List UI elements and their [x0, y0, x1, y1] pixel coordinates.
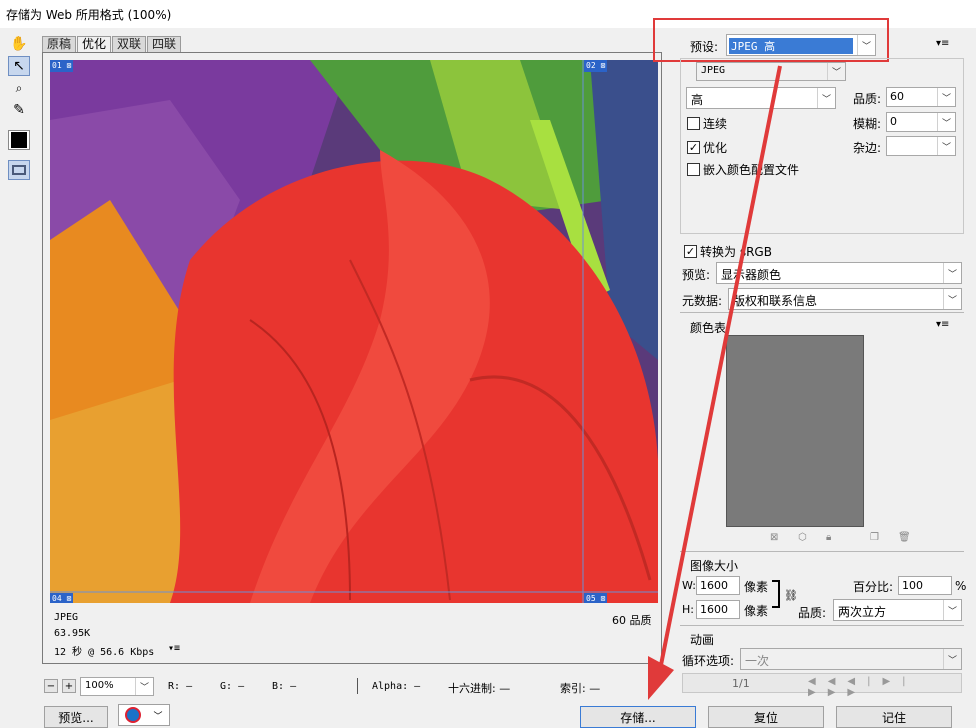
b-value: — — [290, 681, 297, 692]
chevron-down-icon: ﹀ — [817, 88, 835, 108]
chevron-down-icon: ﹀ — [827, 63, 845, 80]
blur-label: 模糊: — [853, 117, 882, 131]
hex-readout: 十六进制: — — [448, 680, 510, 696]
resample-quality-select[interactable]: 两次立方 ﹀ — [833, 599, 962, 621]
matte-label: 杂边: — [853, 141, 882, 155]
slice-label-01[interactable]: 01 ⊠ — [50, 60, 74, 72]
color-swatch[interactable] — [8, 130, 30, 150]
new-color-icon[interactable]: ❐ — [870, 532, 879, 543]
preview-image[interactable]: 01 ⊠ 02 ⊠ 04 ⊠ 05 ⊠ — [50, 60, 658, 603]
slice-label-04[interactable]: 04 ⊠ — [50, 593, 74, 603]
lock-color-icon[interactable]: 🔒︎ — [826, 532, 831, 543]
readout-divider — [357, 678, 358, 694]
zoom-in-button[interactable]: + — [62, 679, 76, 693]
feather-image — [50, 60, 658, 603]
zoom-level-value: 100% — [85, 680, 114, 691]
info-time: 12 秒 @ 56.6 Kbps — [54, 647, 155, 658]
tab-original[interactable]: 原稿 — [42, 36, 77, 52]
zoom-out-button[interactable]: − — [44, 679, 58, 693]
chevron-down-icon: ﹀ — [937, 113, 955, 131]
remember-button[interactable]: 记住 — [836, 706, 952, 728]
g-value: — — [238, 681, 245, 692]
frame-nav-icons[interactable]: ◀◀◀|▶|▶▶▶ — [808, 676, 976, 698]
highlight-box — [653, 18, 889, 62]
index-value: — — [589, 682, 601, 695]
slice-label-05[interactable]: 05 ⊠ — [584, 593, 608, 603]
g-readout: G: — — [220, 681, 244, 692]
b-label: B: — [272, 681, 285, 692]
g-label: G: — [220, 681, 233, 692]
settings-menu-icon[interactable]: ▾≡ — [936, 38, 949, 49]
chevron-down-icon: ﹀ — [943, 289, 961, 309]
info-format: JPEG — [54, 612, 79, 623]
zoom-tool-icon[interactable]: ⌕ — [8, 78, 30, 98]
index-label: 索引: — [560, 682, 586, 695]
preview-button[interactable]: 预览... — [44, 706, 108, 728]
slice-label-02[interactable]: 02 ⊠ — [584, 60, 608, 72]
toggle-slices-icon[interactable] — [8, 160, 30, 180]
quality-label: 品质: — [853, 92, 882, 106]
save-button[interactable]: 存储... — [580, 706, 696, 728]
r-value: — — [186, 681, 193, 692]
resample-quality-label: 品质: — [798, 606, 827, 620]
chevron-down-icon: ﹀ — [943, 649, 961, 669]
matte-select[interactable]: ﹀ — [886, 136, 956, 156]
quality-value: 60 — [890, 90, 904, 103]
resample-quality-value: 两次立方 — [838, 605, 887, 619]
hand-tool-icon[interactable]: ✋ — [8, 34, 30, 54]
color-table-menu-icon[interactable]: ▾≡ — [936, 319, 949, 330]
tab-4-up[interactable]: 四联 — [147, 36, 182, 52]
tab-optimized[interactable]: 优化 — [77, 36, 112, 52]
chevron-down-icon: ﹀ — [135, 678, 153, 695]
eyedropper-tool-icon[interactable]: ✎ — [8, 100, 30, 120]
b-readout: B: — — [272, 681, 296, 692]
hex-value: — — [499, 682, 511, 695]
info-size: 63.95K — [54, 628, 91, 639]
trash-icon[interactable]: 🗑︎ — [898, 532, 911, 543]
download-rate-menu-icon[interactable]: ▾≡ — [168, 643, 180, 654]
zoom-level-select[interactable]: 100% ﹀ — [80, 677, 154, 696]
alpha-label: Alpha: — [372, 681, 409, 692]
blur-value: 0 — [890, 115, 897, 128]
reset-button[interactable]: 复位 — [708, 706, 824, 728]
percent-sign: % — [955, 579, 967, 593]
alpha-value: — — [414, 681, 421, 692]
chevron-down-icon: ﹀ — [943, 600, 961, 620]
quality-input[interactable]: 60 ﹀ — [886, 87, 956, 107]
chevron-down-icon: ﹀ — [937, 137, 955, 155]
tab-2-up[interactable]: 双联 — [112, 36, 147, 52]
r-label: R: — [168, 681, 181, 692]
chevron-down-icon: ﹀ — [937, 88, 955, 106]
tool-panel: ✋ ↖ ⌕ ✎ — [4, 32, 32, 192]
annotation-arrow — [648, 65, 782, 700]
chevron-down-icon: ﹀ — [943, 263, 961, 283]
slice-select-tool-icon[interactable]: ↖ — [8, 56, 30, 76]
blur-input[interactable]: 0 ﹀ — [886, 112, 956, 132]
percent-label: 百分比: — [853, 580, 894, 594]
percent-input[interactable]: 100 — [898, 576, 952, 595]
hex-label: 十六进制: — [448, 682, 496, 695]
chevron-down-icon: ﹀ — [153, 711, 163, 722]
browser-preview-button[interactable]: ﹀ — [118, 704, 170, 726]
r-readout: R: — — [168, 681, 192, 692]
browser-icon — [125, 707, 142, 723]
view-tabs: 原稿 优化 双联 四联 — [42, 36, 182, 52]
alpha-readout: Alpha: — — [372, 681, 420, 692]
index-readout: 索引: — — [560, 680, 600, 696]
